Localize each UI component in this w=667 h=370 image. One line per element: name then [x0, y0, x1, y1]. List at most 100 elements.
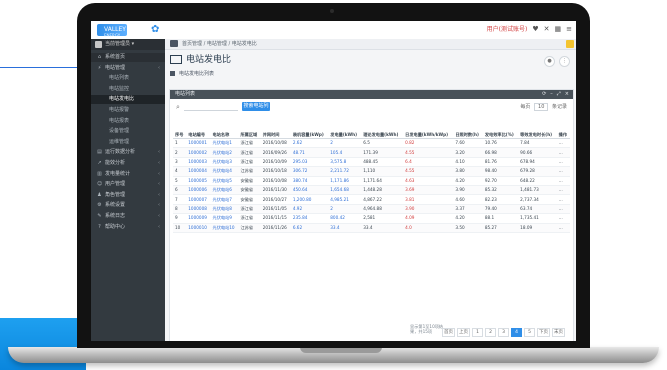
brand-logo[interactable]: VALLEY ENERGY	[97, 24, 127, 38]
sidebar-item[interactable]: 设备管理	[91, 127, 165, 136]
table-row[interactable]: 4 1000004 光伏电站4 江苏省 2016/10/18 306.72 2,211.72…	[173, 166, 570, 177]
row-action-cell[interactable]: …	[556, 138, 570, 149]
table-cell[interactable]: 光伏电站10	[210, 223, 239, 233]
table-header-cell[interactable]: 发电量(kWh)	[328, 116, 362, 139]
table-cell[interactable]: 光伏电站9	[210, 213, 239, 224]
sidebar-item[interactable]: 电站监控	[91, 85, 165, 94]
row-action-cell[interactable]: …	[556, 176, 570, 186]
page-number[interactable]: 5	[524, 328, 535, 337]
settings-gear-icon[interactable]: ✿	[151, 24, 159, 36]
sidebar-item[interactable]: ? 帮助中心 ‹	[91, 223, 165, 232]
table-header-cell[interactable]: 日发电量(kWh/kWp)	[403, 116, 454, 139]
table-header-cell[interactable]: 理论发电量(kWh)	[361, 116, 404, 139]
table-row[interactable]: 10 1000010 光伏电站10 江苏省 2016/11/26 6.62 33.4 33.4…	[173, 223, 570, 233]
table-cell[interactable]: 光伏电站4	[210, 166, 239, 177]
search-button[interactable]: 搜索电站列表	[242, 102, 270, 118]
page-number[interactable]: 3	[498, 328, 509, 337]
row-action-cell[interactable]: …	[556, 213, 570, 224]
table-header-cell[interactable]: 等效发电时长(h)	[518, 116, 557, 139]
sidebar-item[interactable]: ⚡ 电站管理 ‹	[91, 64, 165, 73]
table-cell: 4.60	[453, 194, 483, 205]
panel-minimize-icon[interactable]: –	[550, 90, 553, 99]
menu-toggle-icon[interactable]	[170, 40, 178, 47]
page-prev[interactable]: 上页	[457, 328, 470, 337]
pagination: 首页 上页 12345 下页 末页	[442, 328, 565, 337]
sidebar-item[interactable]: 电站发电比	[91, 95, 165, 105]
table-header-cell[interactable]: 装机容量(kWp)	[290, 116, 329, 139]
row-action-cell[interactable]: …	[556, 147, 570, 158]
table-cell: 2,211.72	[328, 166, 362, 177]
table-header-cell[interactable]: 日照时数(h)	[453, 116, 483, 139]
sidebar-item[interactable]: 电站报表	[91, 117, 165, 126]
table-cell[interactable]: 光伏电站1	[210, 138, 239, 149]
table-cell[interactable]: 光伏电站8	[210, 204, 239, 215]
table-row[interactable]: 6 1000006 光伏电站6 安徽省 2016/11/30 450.64 1,654.68…	[173, 185, 570, 196]
table-header-cell[interactable]: 电站名称	[210, 116, 239, 139]
sidebar-item-label: 帮助中心	[105, 223, 126, 230]
bolt-icon: ⚡	[97, 64, 102, 71]
panel-refresh-icon[interactable]: ⟳	[542, 90, 546, 99]
table-cell: 4,964.88	[361, 204, 404, 215]
table-row[interactable]: 1 1000001 光伏电站1 浙江省 2016/10/08 2.62 2 6.5 0.82 7.…	[173, 138, 570, 149]
table-row[interactable]: 8 1000008 光伏电站8 浙江省 2016/11/05 4.92 2 4,964.88 3…	[173, 204, 570, 215]
sidebar-item[interactable]: 电站报警	[91, 106, 165, 115]
refresh-icon[interactable]: ●	[544, 56, 555, 67]
page-number[interactable]: 1	[472, 328, 483, 337]
page-next[interactable]: 下页	[537, 328, 550, 337]
user-menu[interactable]: 用户(测试账号)	[487, 24, 528, 33]
table-header-cell[interactable]: 并网时间	[260, 116, 291, 139]
table-row[interactable]: 3 1000003 光伏电站3 浙江省 2016/10/09 295.03 3,575.8 4…	[173, 157, 570, 168]
table-cell[interactable]: 光伏电站2	[210, 147, 239, 158]
sidebar-item[interactable]: ☺ 用户管理 ‹	[91, 180, 165, 189]
table-row[interactable]: 9 1000009 光伏电站9 浙江省 2016/11/15 235.84 800.42 2,…	[173, 213, 570, 224]
sidebar-item[interactable]: ▥ 发电量统计 ‹	[91, 170, 165, 179]
heart-icon[interactable]: ♥	[532, 25, 538, 33]
table-header-cell[interactable]: 发电效率比(%)	[482, 116, 519, 139]
table-header-cell[interactable]: 所属区域	[238, 116, 261, 139]
table-header-cell[interactable]: 序号	[173, 116, 187, 139]
table-header-cell[interactable]: 电站编号	[186, 116, 211, 139]
table-cell[interactable]: 光伏电站7	[210, 194, 239, 205]
search-input[interactable]	[184, 103, 238, 111]
table-cell: 7.60	[453, 138, 483, 149]
close-icon[interactable]: ✕	[544, 25, 550, 33]
profile-bar[interactable]: 当前管理员 ▾	[91, 39, 165, 50]
table-cell[interactable]: 光伏电站5	[210, 176, 239, 186]
table-cell: 浙江省	[238, 213, 261, 224]
page-first[interactable]: 首页	[442, 328, 455, 337]
table-row[interactable]: 2 1000002 光伏电站2 浙江省 2016/09/26 48.71 105.4 171.…	[173, 147, 570, 158]
table-cell[interactable]: 光伏电站3	[210, 157, 239, 168]
table-cell[interactable]: 光伏电站6	[210, 185, 239, 196]
row-action-cell[interactable]: …	[556, 185, 570, 196]
page-number[interactable]: 2	[485, 328, 496, 337]
page-size-select[interactable]: 10	[534, 103, 549, 111]
sidebar-item[interactable]: 运维管理	[91, 138, 165, 147]
sub-tab[interactable]: 电站发电比列表	[170, 70, 214, 77]
sidebar-item[interactable]: ↗ 能效分析 ‹	[91, 159, 165, 168]
page-number[interactable]: 4	[511, 328, 522, 337]
table-row[interactable]: 7 1000007 光伏电站7 安徽省 2016/10/27 1,200.80 4,985.…	[173, 194, 570, 205]
row-action-cell[interactable]: …	[556, 194, 570, 205]
grid-icon[interactable]: ▦	[555, 25, 562, 33]
table-cell: 3	[173, 157, 187, 168]
sidebar-item[interactable]: ♟ 角色管理 ‹	[91, 191, 165, 200]
panel-close-icon[interactable]: ×	[565, 90, 569, 99]
table-row[interactable]: 5 1000005 光伏电站5 安徽省 2016/10/08 380.74 1,171.86…	[173, 176, 570, 186]
page-last[interactable]: 末页	[552, 328, 565, 337]
row-action-cell[interactable]: …	[556, 204, 570, 215]
station-table: 序号 电站编号 电站名称 所属区域 并网时间 装机容量(kWp) 发电量(kWh) 理论发电量…	[173, 116, 570, 233]
row-action-cell[interactable]: …	[556, 157, 570, 168]
menu-icon[interactable]: ≡	[566, 25, 572, 33]
row-action-cell[interactable]: …	[556, 223, 570, 233]
row-action-cell[interactable]: …	[556, 166, 570, 177]
sidebar-item[interactable]: 电站列表	[91, 74, 165, 83]
sidebar-item[interactable]: ✎ 系统日志 ‹	[91, 212, 165, 221]
sidebar-item[interactable]: ⌂ 系统首页	[91, 53, 165, 62]
fullscreen-icon[interactable]	[566, 40, 574, 48]
chevron-left-icon: ‹	[158, 160, 160, 166]
panel-expand-icon[interactable]: ⤢	[557, 90, 561, 99]
table-header-cell[interactable]: 操作	[556, 116, 570, 139]
more-icon[interactable]: ⋮	[559, 56, 570, 67]
sidebar-item[interactable]: ▤ 运行数据分析 ‹	[91, 148, 165, 157]
sidebar-item[interactable]: ⚙ 系统设置 ‹	[91, 201, 165, 210]
